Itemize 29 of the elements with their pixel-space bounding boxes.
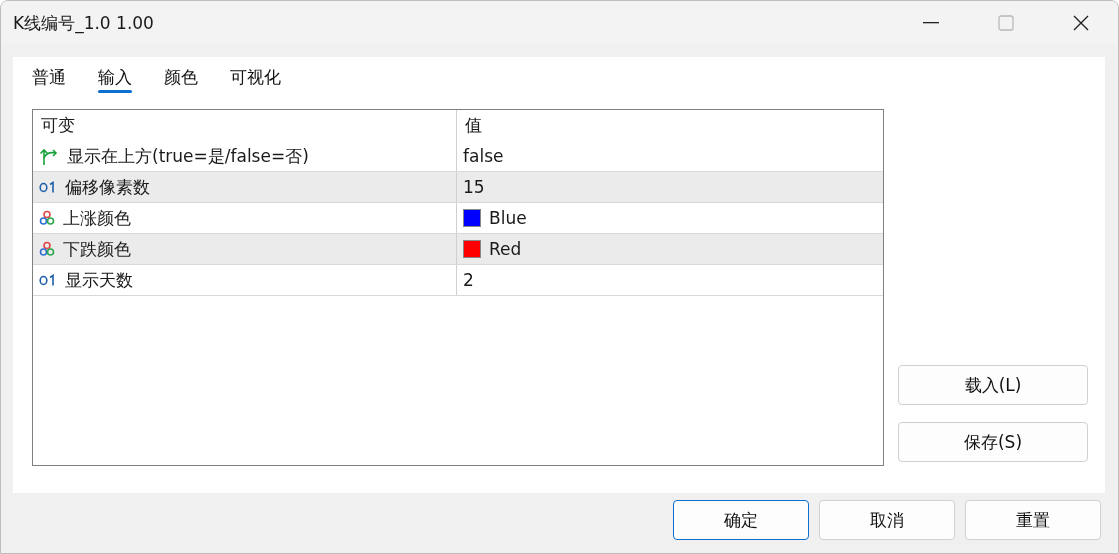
parameter-name: 下跌颜色 bbox=[63, 237, 131, 261]
load-button[interactable]: 载入(L) bbox=[898, 365, 1088, 405]
parameter-value[interactable]: Blue bbox=[489, 208, 527, 228]
arrow-icon bbox=[39, 146, 59, 166]
color-circles-icon bbox=[39, 210, 55, 226]
parameter-value[interactable]: false bbox=[463, 146, 504, 166]
parameter-value[interactable]: Red bbox=[489, 239, 522, 259]
parameter-name: 偏移像素数 bbox=[65, 175, 150, 199]
tab[interactable]: 可视化 bbox=[230, 57, 281, 93]
reset-button[interactable]: 重置 bbox=[965, 500, 1101, 540]
parameter-name: 显示在上方(true=是/false=否) bbox=[67, 144, 309, 168]
column-header: 值 bbox=[465, 114, 482, 137]
cancel-button[interactable]: 取消 bbox=[819, 500, 955, 540]
tab[interactable]: 颜色 bbox=[164, 57, 198, 93]
color-circles-icon bbox=[39, 241, 55, 257]
column-header: 可变 bbox=[41, 114, 75, 137]
tab[interactable]: 输入 bbox=[98, 57, 132, 93]
number-icon bbox=[39, 274, 57, 286]
parameter-name: 显示天数 bbox=[65, 268, 133, 292]
parameter-value[interactable]: 2 bbox=[463, 270, 474, 290]
parameter-name: 上涨颜色 bbox=[63, 206, 131, 230]
save-button[interactable]: 保存(S) bbox=[898, 422, 1088, 462]
minimize-icon[interactable] bbox=[922, 22, 939, 24]
tab[interactable]: 普通 bbox=[32, 57, 66, 93]
ok-button[interactable]: 确定 bbox=[673, 500, 809, 540]
window-title: K线编号_1.0 1.00 bbox=[13, 11, 155, 35]
close-icon[interactable] bbox=[1072, 15, 1089, 31]
number-icon bbox=[39, 181, 57, 193]
parameter-value[interactable]: 15 bbox=[463, 177, 485, 197]
